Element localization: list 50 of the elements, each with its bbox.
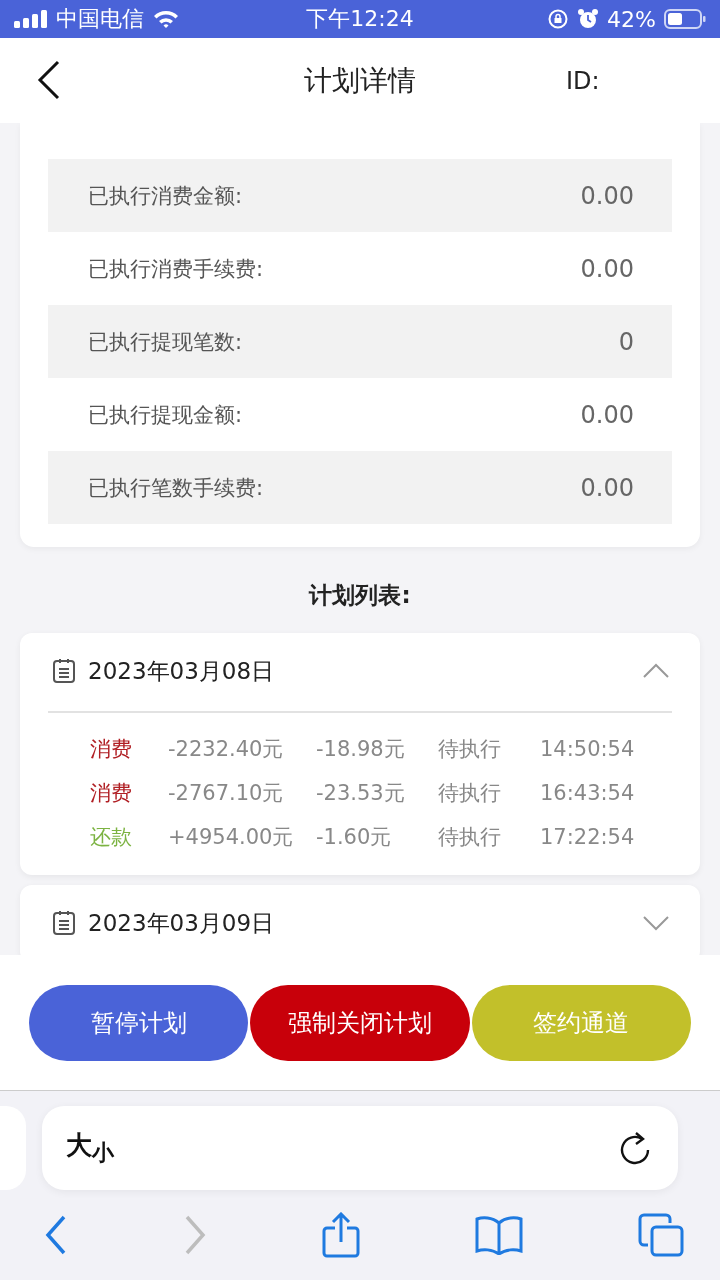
stat-label: 已执行笔数手续费: [88,474,264,502]
stat-value: 0.00 [580,473,634,502]
battery-percent: 42% [607,6,656,32]
stat-value: 0.00 [580,181,634,210]
page-title: 计划详情 [304,62,416,99]
record-amount: -2232.40元 [168,736,285,763]
status-time: 下午12:24 [306,5,414,33]
record-type: 消费 [90,736,133,763]
stat-value: 0.00 [580,254,634,283]
record-fee: -18.98元 [316,736,406,763]
record-type: 还款 [90,824,133,851]
record-status: 待执行 [438,780,502,807]
record-time: 14:50:54 [540,737,636,761]
stat-label: 已执行提现笔数: [88,328,243,356]
tabs-icon[interactable] [638,1213,684,1257]
record-amount: +4954.00元 [168,824,295,851]
plan-list-title: 计划列表: [307,580,412,610]
day-header[interactable]: 2023年03月08日 [48,633,672,711]
record-status: 待执行 [438,824,502,851]
carrier-name: 中国电信 [56,5,144,33]
stat-value: 0.00 [580,400,634,429]
signal-icon [14,10,48,28]
stat-label: 已执行提现金额: [88,401,243,429]
stat-value: 0 [618,327,634,356]
record-status: 待执行 [438,736,502,763]
calendar-icon [52,658,76,684]
record-time: 17:22:54 [540,825,636,849]
calendar-icon [52,910,76,936]
alarm-icon [577,8,600,30]
reload-icon[interactable] [620,1131,652,1165]
wifi-icon [152,9,180,29]
record-time: 16:43:54 [540,781,636,805]
record-fee: -1.60元 [316,824,393,851]
rotation-lock-icon [547,8,570,30]
stat-label: 已执行消费手续费: [88,255,264,283]
action-button[interactable]: 暂停计划 [29,984,249,1061]
address-bar[interactable]: 大$_{小}$ [42,1106,678,1190]
bookmarks-icon[interactable] [475,1215,523,1255]
id-label: ID: [566,66,600,95]
battery-icon [664,9,706,29]
back-icon[interactable] [36,60,62,100]
record-type: 消费 [90,780,133,807]
record-amount: -2767.10元 [168,780,285,807]
record-fee: -23.53元 [316,780,406,807]
stat-label: 已执行消费金额: [88,182,243,210]
collapse-icon[interactable] [642,663,670,679]
expand-icon[interactable] [642,915,670,931]
action-button[interactable]: 强制关闭计划 [250,984,470,1061]
share-icon[interactable] [322,1212,360,1258]
day-header[interactable]: 2023年03月09日 [48,885,672,955]
